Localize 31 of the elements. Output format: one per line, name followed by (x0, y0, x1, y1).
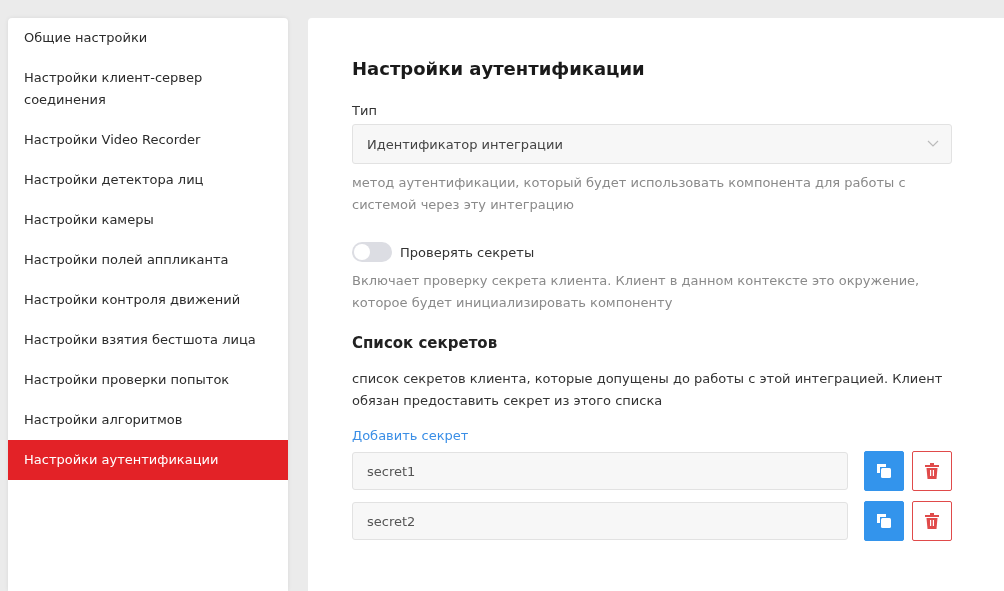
sidebar-item[interactable]: Настройки алгоритмов (8, 400, 288, 440)
copy-icon (876, 463, 892, 479)
secret-field[interactable]: secret2 (352, 502, 848, 540)
sidebar-item[interactable]: Настройки аутентификации (8, 440, 288, 480)
section-title: Список секретов (352, 334, 499, 352)
toggle-switch[interactable] (352, 242, 392, 262)
toggle-hint: Включает проверку секрета клиента. Клиент в данном контексте это окружение, которое будет инициализировать компоненту (352, 272, 921, 312)
type-select[interactable]: Идентификатор интеграции (352, 124, 952, 164)
sidebar-item[interactable]: Настройки клиент-сервер соединения (8, 58, 288, 120)
sidebar-item[interactable]: Настройки контроля движений (8, 280, 288, 320)
sidebar-item[interactable]: Настройки взятия бестшота лица (8, 320, 288, 360)
sidebar-item[interactable]: Настройки детектора лиц (8, 160, 288, 200)
delete-button[interactable] (912, 451, 952, 491)
trash-icon (925, 513, 939, 529)
field-label: Тип (352, 103, 378, 118)
delete-button[interactable] (912, 501, 952, 541)
secret-field[interactable]: secret1 (352, 452, 848, 490)
field-hint: метод аутентификации, который будет использовать компонента для работы с системой через эту интеграцию (352, 174, 907, 214)
chevron-down-icon (927, 140, 939, 148)
copy-button[interactable] (864, 451, 904, 491)
toggle-label: Проверять секреты (400, 244, 535, 260)
trash-icon (925, 463, 939, 479)
sidebar-item[interactable]: Общие настройки (8, 18, 288, 58)
page-title: Настройки аутентификации (352, 58, 646, 79)
sidebar-item[interactable]: Настройки Video Recorder (8, 120, 288, 160)
copy-icon (876, 513, 892, 529)
section-description: список секретов клиента, которые допущены до работы с этой интеграцией. Клиент обязан предоставить секрет из этого списка (352, 370, 944, 410)
sidebar-item[interactable]: Настройки камеры (8, 200, 288, 240)
sidebar-item[interactable]: Настройки проверки попыток (8, 360, 288, 400)
sidebar-item[interactable]: Настройки полей аппликанта (8, 240, 288, 280)
copy-button[interactable] (864, 501, 904, 541)
